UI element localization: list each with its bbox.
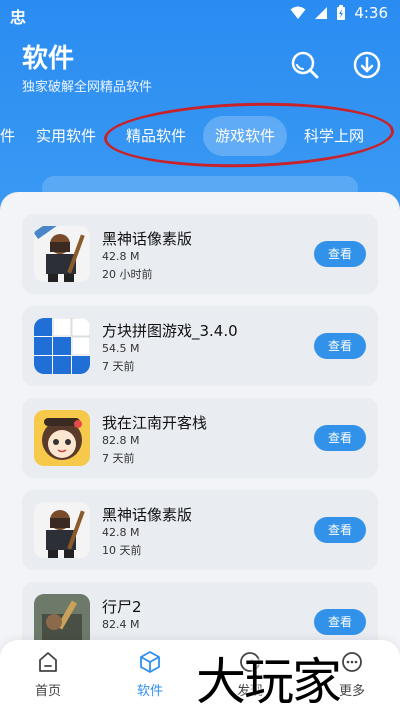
app-size: 82.8 M — [102, 434, 140, 447]
page-subtitle: 独家破解全网精品软件 — [22, 80, 153, 95]
page-title: 软件 — [22, 44, 75, 74]
nav-label: 软件 — [136, 684, 163, 699]
search-icon — [291, 51, 319, 79]
signal-icon — [315, 7, 328, 19]
download-icon — [353, 51, 381, 79]
app-name: 行尸2 — [102, 598, 142, 616]
view-button[interactable]: 查看 — [314, 609, 366, 635]
cube-icon — [140, 651, 160, 673]
nav-item-software[interactable]: 软件 — [120, 650, 180, 699]
app-icon-jiangnan-inn — [34, 410, 90, 466]
view-button[interactable]: 查看 — [314, 517, 366, 543]
list-item[interactable]: 黑神话像素版 42.8 M 20 小时前 查看 — [22, 214, 378, 294]
app-size: 42.8 M — [102, 526, 140, 539]
app-size: 82.4 M — [102, 618, 140, 631]
more-icon — [342, 652, 362, 672]
app-time: 10 天前 — [102, 544, 142, 557]
nav-label: 首页 — [34, 684, 61, 699]
app-notification-icon: 忠 — [10, 8, 27, 27]
app-name: 黑神话像素版 — [102, 230, 193, 248]
tab-utility-software[interactable]: 实用软件 — [24, 116, 108, 156]
status-bar: 忠 4:36 — [0, 0, 400, 28]
search-button[interactable] — [290, 50, 320, 80]
app-icon-black-myth — [34, 226, 90, 282]
app-size: 54.5 M — [102, 342, 140, 355]
list-item[interactable]: 黑神话像素版 42.8 M 10 天前 查看 — [22, 490, 378, 570]
app-name: 我在江南开客栈 — [102, 414, 208, 432]
tab-partial[interactable]: 件 — [0, 116, 27, 156]
app-time: 7 天前 — [102, 360, 135, 373]
view-button[interactable]: 查看 — [314, 425, 366, 451]
app-icon-block-puzzle — [34, 318, 90, 374]
view-button[interactable]: 查看 — [314, 241, 366, 267]
home-icon — [39, 652, 57, 672]
watermark: 大玩家 — [196, 653, 342, 711]
app-time: 7 天前 — [102, 452, 135, 465]
download-button[interactable] — [352, 50, 382, 80]
app-name: 方块拼图游戏_3.4.0 — [102, 322, 238, 340]
list-item[interactable]: 方块拼图游戏_3.4.0 54.5 M 7 天前 查看 — [22, 306, 378, 386]
app-icon-black-myth — [34, 502, 90, 558]
wifi-icon — [290, 6, 306, 19]
nav-item-home[interactable]: 首页 — [18, 650, 78, 699]
app-size: 42.8 M — [102, 250, 140, 263]
app-time: 20 小时前 — [102, 268, 153, 281]
view-button[interactable]: 查看 — [314, 333, 366, 359]
battery-icon — [337, 5, 346, 20]
app-name: 黑神话像素版 — [102, 506, 193, 524]
list-item[interactable]: 我在江南开客栈 82.8 M 7 天前 查看 — [22, 398, 378, 478]
clock: 4:36 — [354, 4, 388, 22]
